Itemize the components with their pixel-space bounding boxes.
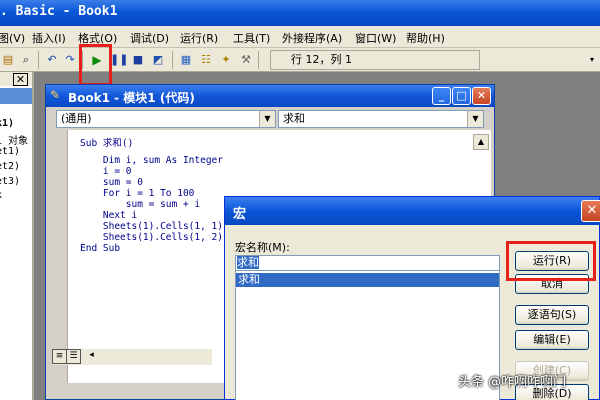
design-mode-icon[interactable]: ◩ bbox=[150, 52, 166, 68]
menu-view[interactable]: 图(V) bbox=[0, 30, 25, 46]
menu-help[interactable]: 帮助(H) bbox=[406, 30, 445, 46]
chevron-down-icon[interactable]: ▼ bbox=[467, 111, 483, 127]
code-line: End Sub bbox=[80, 243, 121, 254]
project-tree-item[interactable]: et2) bbox=[0, 161, 20, 172]
project-panel-toolbar bbox=[0, 88, 32, 104]
scroll-left-icon[interactable]: ◂ bbox=[84, 349, 99, 364]
macro-dialog: 宏 ✕ 宏名称(M): 求和 求和 运行(R) 取消 逐语句(S) 编辑(E) … bbox=[224, 196, 600, 400]
code-line: sum = 0 bbox=[80, 177, 143, 188]
project-tree-item[interactable]: 1 对象 bbox=[0, 132, 28, 147]
scroll-up-icon[interactable]: ▲ bbox=[473, 134, 489, 150]
menu-debug[interactable]: 调试(D) bbox=[130, 30, 169, 46]
menu-window[interactable]: 窗口(W) bbox=[355, 30, 396, 46]
list-item[interactable]: 求和 bbox=[236, 273, 499, 287]
menu-run[interactable]: 运行(R) bbox=[180, 30, 218, 46]
code-line: Sheets(1).Cells(1, 1) = bbox=[80, 221, 235, 232]
dialog-run-highlight bbox=[506, 241, 596, 281]
redo-icon[interactable]: ↷ bbox=[62, 52, 78, 68]
code-window-title: Book1 - 模块1 (代码) bbox=[68, 91, 195, 105]
step-into-button[interactable]: 逐语句(S) bbox=[515, 305, 589, 325]
procedure-combo[interactable]: 求和 ▼ bbox=[278, 110, 484, 128]
code-line: For i = 1 To 100 bbox=[80, 188, 195, 199]
project-tree-item[interactable]: et3) bbox=[0, 176, 20, 187]
find-icon[interactable]: ⌕ bbox=[18, 52, 34, 68]
code-line: Sub 求和() bbox=[80, 138, 134, 149]
edit-button[interactable]: 编辑(E) bbox=[515, 330, 589, 350]
close-icon[interactable]: ✕ bbox=[472, 87, 491, 105]
menu-addins[interactable]: 外接程序(A) bbox=[282, 30, 342, 46]
toolbar-separator bbox=[172, 51, 173, 69]
undo-icon[interactable]: ↶ bbox=[44, 52, 60, 68]
macro-name-value: 求和 bbox=[237, 256, 259, 269]
chevron-down-icon[interactable]: ▼ bbox=[259, 111, 275, 127]
code-line: Next i bbox=[80, 210, 138, 221]
app-title: . Basic - Book1 bbox=[0, 4, 118, 19]
macro-name-label: 宏名称(M): bbox=[235, 241, 290, 254]
insert-module-icon[interactable]: ▤ bbox=[0, 52, 16, 68]
project-panel: ✕ k1) 1 对象 et1) et2) et3) k bbox=[0, 72, 34, 400]
code-line: Dim i, sum As Integer bbox=[80, 155, 223, 166]
project-tree-item[interactable]: et1) bbox=[0, 146, 20, 157]
menu-insert[interactable]: 插入(I) bbox=[32, 30, 66, 46]
maximize-icon[interactable]: □ bbox=[452, 87, 471, 105]
code-line: sum = sum + i bbox=[80, 199, 201, 210]
procedure-combo-value: 求和 bbox=[283, 112, 305, 125]
close-icon[interactable]: ✕ bbox=[13, 73, 28, 86]
watermark: 头条 @咋啊咋啊门 bbox=[458, 375, 567, 390]
macro-dialog-titlebar: 宏 bbox=[225, 197, 599, 225]
module-icon: ✎ bbox=[50, 88, 61, 102]
minimize-icon[interactable]: _ bbox=[432, 87, 451, 105]
toolbar-separator bbox=[38, 51, 39, 69]
procedure-view-icon[interactable]: ≡ bbox=[52, 349, 67, 364]
close-icon[interactable]: ✕ bbox=[581, 200, 600, 222]
code-line: Sheets(1).Cells(1, 2) = bbox=[80, 232, 235, 243]
object-combo[interactable]: (通用) ▼ bbox=[56, 110, 276, 128]
object-browser-icon[interactable]: ✦ bbox=[218, 52, 234, 68]
full-module-view-icon[interactable]: ☰ bbox=[66, 349, 81, 364]
code-line: i = 0 bbox=[80, 166, 132, 177]
toolbar-separator bbox=[258, 51, 259, 69]
project-tree-item[interactable]: k bbox=[0, 190, 2, 201]
macro-dialog-title: 宏 bbox=[233, 207, 247, 222]
project-explorer-icon[interactable]: ▦ bbox=[178, 52, 194, 68]
cursor-position: 行 12，列 1 bbox=[270, 50, 480, 70]
app-titlebar: . Basic - Book1 bbox=[0, 0, 600, 26]
toolbox-icon[interactable]: ⚒ bbox=[238, 52, 254, 68]
stop-icon[interactable]: ■ bbox=[130, 52, 146, 68]
object-combo-value: (通用) bbox=[61, 112, 92, 125]
code-window-titlebar: ✎ Book1 - 模块1 (代码) bbox=[46, 85, 494, 107]
properties-icon[interactable]: ☷ bbox=[198, 52, 214, 68]
code-view-bar: ≡ ☰ ◂ bbox=[52, 349, 212, 365]
project-panel-header: ✕ bbox=[0, 72, 32, 86]
toolbar-options-icon[interactable]: ▾ bbox=[584, 52, 600, 68]
macro-name-input[interactable]: 求和 bbox=[235, 255, 500, 271]
menu-tools[interactable]: 工具(T) bbox=[233, 30, 270, 46]
pause-icon[interactable]: ❚❚ bbox=[110, 52, 128, 68]
run-button-highlight bbox=[79, 44, 112, 86]
project-tree-item[interactable]: k1) bbox=[0, 118, 14, 129]
